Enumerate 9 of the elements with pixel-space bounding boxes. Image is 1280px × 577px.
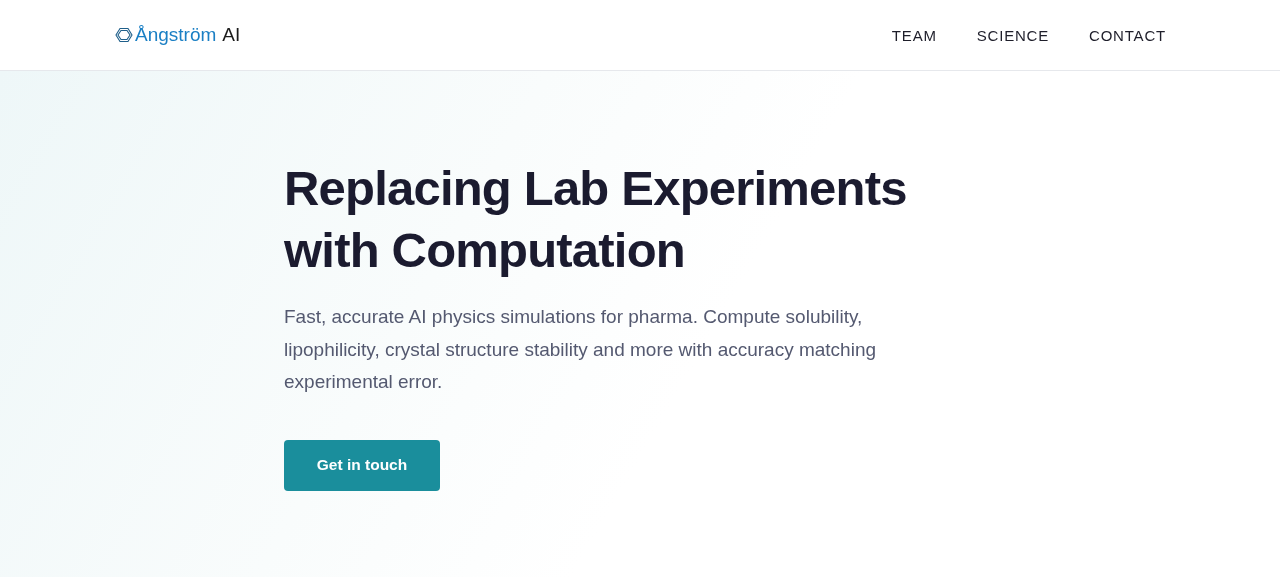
logo-suffix[interactable]: AI <box>222 24 241 46</box>
nav-link[interactable]: TEAM <box>891 26 937 44</box>
nav-link[interactable]: CONTACT <box>1089 26 1166 44</box>
logo-text[interactable]: Ångström <box>135 24 217 46</box>
hero-title: Replacing Lab Experiments with Computation <box>284 160 908 279</box>
hexagon-icon <box>115 27 133 43</box>
get-in-touch-button[interactable]: Get in touch <box>284 439 440 491</box>
nav-link[interactable]: SCIENCE <box>976 26 1049 44</box>
hero-description: Fast, accurate AI physics simulations for pharma. Compute solubility, lipophilicity, crystal structure stability and more with accuracy matching experimental error. <box>284 305 878 394</box>
